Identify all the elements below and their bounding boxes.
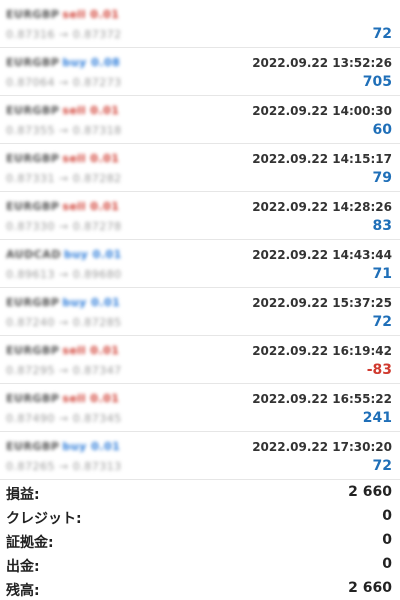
trade-profit: -83 [366, 362, 392, 378]
trade-action: sell 0.01 [62, 392, 120, 405]
trade-row[interactable]: EURGBP buy 0.01 0.87240 → 0.87285 2022.09.2… [0, 288, 400, 336]
account-summary: 損益: 2 660 クレジット: 0 証拠金: 0 出金: 0 残高: 2 66… [0, 480, 400, 600]
symbol-name: EURGBP [6, 200, 60, 213]
trade-symbol: EURGBP sell 0.01 [6, 8, 119, 21]
trade-action: sell 0.01 [62, 200, 120, 213]
symbol-name: EURGBP [6, 392, 60, 405]
trade-action: buy 0.08 [62, 56, 121, 69]
trade-profit: 71 [372, 266, 392, 282]
summary-label: 証拠金: [6, 535, 54, 551]
trade-symbol: EURGBP buy 0.01 [6, 296, 120, 309]
trade-prices: 0.87064 → 0.87273 [6, 76, 122, 89]
trade-prices: 0.87265 → 0.87313 [6, 460, 122, 473]
trade-history-list: EURGBP sell 0.01 0.87316 → 0.87372 72 EURGBP… [0, 0, 400, 480]
symbol-name: EURGBP [6, 296, 60, 309]
summary-value: 0 [382, 508, 392, 524]
summary-row-credit: クレジット: 0 [0, 504, 400, 528]
trade-action: sell 0.01 [62, 8, 120, 21]
trade-profit: 72 [372, 314, 392, 330]
summary-row-balance: 残高: 2 660 [0, 576, 400, 600]
trade-prices: 0.87331 → 0.87282 [6, 172, 122, 185]
trade-time: 2022.09.22 14:15:17 [252, 152, 392, 166]
trade-row[interactable]: EURGBP sell 0.01 0.87295 → 0.87347 2022.09.… [0, 336, 400, 384]
summary-row-margin: 証拠金: 0 [0, 528, 400, 552]
trade-symbol: EURGBP sell 0.01 [6, 104, 119, 117]
symbol-name: EURGBP [6, 440, 60, 453]
trade-symbol: EURGBP sell 0.01 [6, 152, 119, 165]
summary-value: 2 660 [348, 484, 392, 500]
trade-symbol: EURGBP buy 0.01 [6, 440, 120, 453]
trade-profit: 705 [362, 74, 392, 90]
trade-prices: 0.87316 → 0.87372 [6, 28, 122, 41]
symbol-name: AUDCAD [6, 248, 61, 261]
trade-time: 2022.09.22 17:30:20 [252, 440, 392, 454]
trade-prices: 0.87295 → 0.87347 [6, 364, 122, 377]
symbol-name: EURGBP [6, 8, 60, 21]
summary-value: 2 660 [348, 580, 392, 596]
symbol-name: EURGBP [6, 344, 60, 357]
trade-profit: 79 [372, 170, 392, 186]
trade-row[interactable]: EURGBP buy 0.08 0.87064 → 0.87273 2022.09.2… [0, 48, 400, 96]
trade-prices: 0.87355 → 0.87318 [6, 124, 122, 137]
trade-action: buy 0.01 [62, 440, 121, 453]
trade-row[interactable]: EURGBP sell 0.01 0.87490 → 0.87345 2022.09.… [0, 384, 400, 432]
trade-action: sell 0.01 [62, 152, 120, 165]
symbol-name: EURGBP [6, 152, 60, 165]
trade-time: 2022.09.22 13:52:26 [252, 56, 392, 70]
symbol-name: EURGBP [6, 56, 60, 69]
summary-label: 残高: [6, 583, 40, 599]
summary-row-withdrawal: 出金: 0 [0, 552, 400, 576]
trade-time: 2022.09.22 15:37:25 [252, 296, 392, 310]
trade-profit: 241 [362, 410, 392, 426]
trade-symbol: EURGBP sell 0.01 [6, 344, 119, 357]
trade-profit: 72 [372, 458, 392, 474]
trade-profit: 60 [372, 122, 392, 138]
summary-value: 0 [382, 532, 392, 548]
trade-symbol: AUDCAD buy 0.01 [6, 248, 122, 261]
trade-symbol: EURGBP buy 0.08 [6, 56, 120, 69]
symbol-name: EURGBP [6, 104, 60, 117]
trade-action: sell 0.01 [62, 344, 120, 357]
summary-row-profit: 損益: 2 660 [0, 480, 400, 504]
trade-time: 2022.09.22 14:00:30 [252, 104, 392, 118]
trade-profit: 72 [372, 26, 392, 42]
trade-action: sell 0.01 [62, 104, 120, 117]
trade-prices: 0.87330 → 0.87278 [6, 220, 122, 233]
trade-action: buy 0.01 [63, 248, 122, 261]
trade-row[interactable]: AUDCAD buy 0.01 0.89613 → 0.89680 2022.09.2… [0, 240, 400, 288]
trade-row[interactable]: EURGBP sell 0.01 0.87330 → 0.87278 2022.09.… [0, 192, 400, 240]
trade-time: 2022.09.22 14:43:44 [252, 248, 392, 262]
trade-row[interactable]: EURGBP sell 0.01 0.87331 → 0.87282 2022.09.… [0, 144, 400, 192]
trade-symbol: EURGBP sell 0.01 [6, 392, 119, 405]
summary-label: クレジット: [6, 511, 82, 527]
trade-profit: 83 [372, 218, 392, 234]
summary-label: 出金: [6, 559, 40, 575]
trade-prices: 0.87490 → 0.87345 [6, 412, 122, 425]
trade-prices: 0.89613 → 0.89680 [6, 268, 122, 281]
trade-row[interactable]: EURGBP buy 0.01 0.87265 → 0.87313 2022.09.2… [0, 432, 400, 480]
trade-time: 2022.09.22 16:19:42 [252, 344, 392, 358]
summary-value: 0 [382, 556, 392, 572]
trade-row[interactable]: EURGBP sell 0.01 0.87355 → 0.87318 2022.09.… [0, 96, 400, 144]
summary-label: 損益: [6, 487, 40, 503]
trade-time: 2022.09.22 16:55:22 [252, 392, 392, 406]
trade-time: 2022.09.22 14:28:26 [252, 200, 392, 214]
trade-action: buy 0.01 [62, 296, 121, 309]
trade-symbol: EURGBP sell 0.01 [6, 200, 119, 213]
trade-prices: 0.87240 → 0.87285 [6, 316, 122, 329]
trade-row[interactable]: EURGBP sell 0.01 0.87316 → 0.87372 72 [0, 0, 400, 48]
